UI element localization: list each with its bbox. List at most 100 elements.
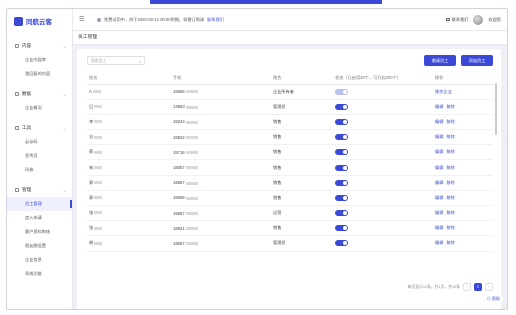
row-action-link[interactable]: 移除 [446,165,454,170]
sidebar-group[interactable]: 数据 ⌄ [7,87,72,101]
status-toggle[interactable] [335,88,348,95]
cell-ops: 编辑 移除 [433,235,493,252]
status-toggle[interactable] [335,210,348,217]
sidebar-group[interactable]: 管理 ⌄ [7,183,72,197]
sidebar-group-label: 工具 [22,125,32,130]
table-body: A 15656 企业所有者 移交企业日 13663 管理员 编辑 移除李 18244 销售 编辑 移除… [87,84,493,252]
row-action-link[interactable]: 编辑 [435,210,443,215]
search-input[interactable]: 搜索员工 ⌕ [87,56,145,65]
menu-toggle-icon[interactable]: ☰ [79,16,91,23]
employee-table: 姓名 手机 角色 状态（已启用30个，可开启200个） 操作 A 15656 企业所… [87,73,493,252]
redacted-mark [94,211,103,215]
row-action-link[interactable]: 编辑 [435,119,443,124]
phone-text: 15656 [173,89,185,95]
sidebar-item[interactable]: 企业内容库 [7,53,72,67]
sidebar-item[interactable]: 客户资料审核 [7,225,72,239]
name-text: 郭 [89,194,94,200]
cell-status [333,205,433,222]
sidebar-item[interactable]: 宣传页 [7,149,72,163]
help-button[interactable]: ⊙ 帮助 [483,295,503,303]
row-action-link[interactable]: 移除 [446,104,454,109]
cell-name: 郭 [87,190,171,207]
sidebar-item[interactable]: 问卷 [7,163,72,177]
chevron-icon: ⌄ [62,125,66,131]
row-action-link[interactable]: 移交企业 [435,89,452,94]
name-text: 李 [89,118,94,124]
phone-text: 13663 [173,104,185,110]
status-toggle[interactable] [335,118,348,125]
cell-name: 林 [87,159,171,176]
table-scrollbar[interactable] [495,83,497,135]
cell-role: 运营 [271,205,333,222]
cell-status [333,220,433,237]
sidebar-item[interactable]: 加入申请 [7,211,72,225]
row-action-link[interactable]: 移除 [446,195,454,200]
invite-employee-button[interactable]: 邀请员工 [424,55,456,66]
status-toggle[interactable] [335,103,348,110]
status-toggle[interactable] [335,194,348,201]
row-action-link[interactable]: 移除 [446,180,454,185]
page-button[interactable]: 1 [474,283,482,291]
sidebar-item[interactable]: 朋友圈设置 [7,239,72,253]
name-text: 郭 [89,179,94,185]
add-employee-button[interactable]: 添加员工 [461,55,493,66]
next-page-button[interactable]: › [485,283,493,291]
phone-text: 18244 [173,119,185,125]
row-action-link[interactable]: 移除 [446,119,454,124]
row-action-link[interactable]: 编辑 [435,149,443,154]
name-text: 林 [89,164,94,170]
name-text: 张 [89,210,94,216]
name-text: A [89,89,92,95]
row-action-link[interactable]: 移除 [446,134,454,139]
main: 员工管理 搜索员工 ⌕ 邀请员工 添加员工 姓名 手机 角色 状态（已启用30个… [73,31,507,309]
user-menu[interactable]: 欢迎您 [488,17,501,23]
row-action-link[interactable]: 编辑 [435,165,443,170]
row-action-link[interactable]: 编辑 [435,225,443,230]
row-action-link[interactable]: 编辑 [435,134,443,139]
contact-label: 联系我们 [451,16,469,22]
sidebar-item[interactable]: 云存码 [7,135,72,149]
row-action-link[interactable]: 编辑 [435,240,443,245]
sidebar-group[interactable]: 内容 ⌄ [7,39,72,53]
prev-page-button[interactable]: ‹ [463,283,471,291]
sidebar-group-label: 内容 [22,43,32,48]
status-toggle[interactable] [335,134,348,141]
redacted-mark [185,151,198,155]
cell-phone: 18822 [171,129,271,146]
sidebar-item[interactable]: 员工管理 [7,197,72,211]
sidebar-item[interactable]: 企业信息 [7,253,72,267]
status-toggle[interactable] [335,179,348,186]
table-row: 郭 15657 销售 编辑 移除 [87,175,493,191]
status-toggle[interactable] [335,164,348,171]
notice-contact-link[interactable]: 联系我们 [207,17,224,23]
redacted-mark [94,120,103,124]
sidebar-group[interactable]: 工具 ⌄ [7,121,72,135]
cell-name: 蔡 [87,144,171,161]
name-text: 张 [89,225,94,231]
cell-ops: 编辑 移除 [433,144,493,161]
table-row: 郭 18606 销售 编辑 移除 [87,190,493,207]
avatar[interactable] [473,14,484,25]
cell-phone: 15656 [171,84,271,100]
status-toggle[interactable] [335,149,348,156]
redacted-mark [94,105,103,109]
cell-status [333,114,433,131]
sidebar-item[interactable]: 我回复的内容 [7,67,72,81]
row-action-link[interactable]: 移除 [446,240,454,245]
row-action-link[interactable]: 编辑 [435,195,443,200]
row-action-link[interactable]: 编辑 [435,104,443,109]
row-action-link[interactable]: 移除 [446,225,454,230]
contact-us-button[interactable]: 联系我们 [445,16,469,23]
chevron-icon: ⌄ [62,91,66,97]
status-toggle[interactable] [335,225,348,232]
sidebar-item[interactable]: 系统功能 [7,267,72,281]
status-toggle[interactable] [335,240,348,247]
row-action-link[interactable]: 移除 [446,149,454,154]
cell-name: 张 [87,205,171,222]
row-action-link[interactable]: 移除 [446,210,454,215]
content-card: 搜索员工 ⌕ 邀请员工 添加员工 姓名 手机 角色 状态（已启用30个，可开启2… [77,49,501,309]
redacted-mark [94,181,103,185]
sidebar-item[interactable]: 企业概况 [7,101,72,115]
row-action-link[interactable]: 编辑 [435,180,443,185]
cell-role: 销售 [271,190,333,207]
